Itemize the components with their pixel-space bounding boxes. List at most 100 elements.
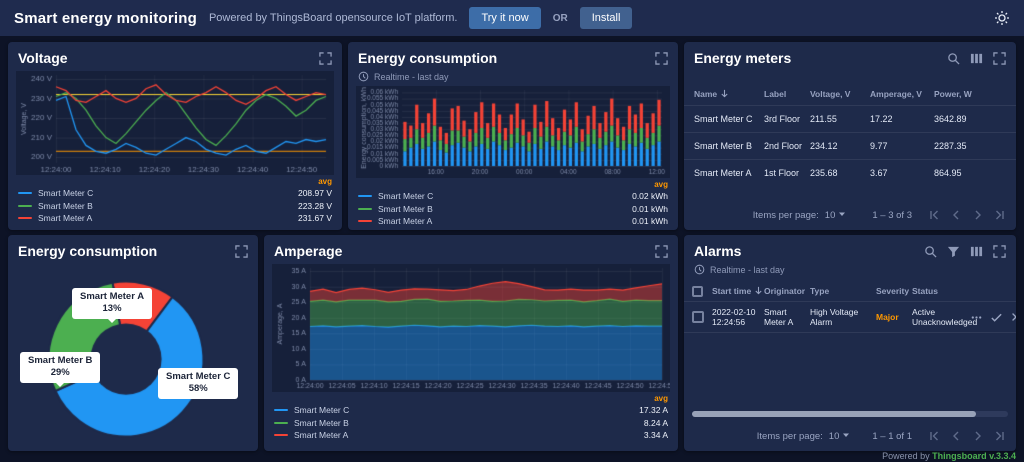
slice-percent: 29% [28,367,92,379]
previous-page-icon[interactable] [950,430,962,442]
series-swatch [358,220,372,222]
avg-label: avg [18,177,332,187]
columns-icon[interactable] [970,245,983,258]
search-icon[interactable] [947,52,960,65]
last-page-icon[interactable] [994,430,1006,442]
legend-item[interactable]: Smart Meter B 0.01 kWh [358,203,668,216]
series-value: 3.34 A [644,430,668,440]
cell-power: 3642.89 [934,114,1006,124]
table-pagination: Items per page: 10 1 – 1 of 1 [684,421,1016,451]
acknowledge-icon[interactable] [990,311,1003,324]
legend-item[interactable]: Smart Meter C 0.02 kWh [358,190,668,203]
pie-title: Energy consumption [18,243,157,259]
clock-icon [358,71,369,82]
next-page-icon[interactable] [972,430,984,442]
alarm-row[interactable]: 2022-02-10 12:24:56 Smart Meter A High V… [684,301,1016,333]
series-name: Smart Meter C [38,188,93,198]
first-page-icon[interactable] [928,430,940,442]
column-header-type[interactable]: Type [810,286,876,296]
more-actions-icon[interactable] [970,311,983,324]
cell-power: 864.95 [934,168,1006,178]
items-per-page-label: Items per page: [757,431,823,442]
fullscreen-icon[interactable] [319,52,332,65]
legend-item[interactable]: Smart Meter C 17.32 A [274,404,668,417]
fullscreen-icon[interactable] [655,52,668,65]
alarms-widget: Alarms Realtime - last day Start time [684,235,1016,451]
theme-toggle-icon[interactable] [994,10,1010,26]
fullscreen-icon[interactable] [235,245,248,258]
table-row[interactable]: Smart Meter C 3rd Floor 211.55 17.22 364… [684,105,1016,132]
legend-item[interactable]: Smart Meter A 3.34 A [274,429,668,442]
install-button[interactable]: Install [580,7,633,29]
column-header-power[interactable]: Power, W [934,89,1006,99]
filter-icon[interactable] [947,245,960,258]
clear-icon[interactable] [1010,311,1016,323]
cell-originator: Smart Meter A [764,307,810,327]
items-per-page-select[interactable]: 10 [825,210,847,221]
select-all-checkbox[interactable] [692,286,703,297]
previous-page-icon[interactable] [950,209,962,221]
series-swatch [358,195,372,197]
alarms-header-row: Start time Originator Type Severity Stat… [684,281,1016,301]
items-per-page-select[interactable]: 10 [829,431,851,442]
cell-name: Smart Meter A [694,168,764,178]
top-bar: Smart energy monitoring Powered by Thing… [0,0,1024,36]
next-page-icon[interactable] [972,209,984,221]
legend-item[interactable]: Smart Meter A 0.01 kWh [358,215,668,228]
cell-start-time: 2022-02-10 12:24:56 [712,307,764,327]
legend-item[interactable]: Smart Meter C 208.97 V [18,187,332,200]
column-header-originator[interactable]: Originator [764,286,810,296]
column-header-amperage[interactable]: Amperage, V [870,89,934,99]
cell-name: Smart Meter C [694,114,764,124]
legend-item[interactable]: Smart Meter A 231.67 V [18,212,332,225]
energy-consumption-bar-widget: Energy consumption Realtime - last day a… [348,42,678,230]
columns-icon[interactable] [970,52,983,65]
energy-meters-title: Energy meters [694,50,791,66]
avg-label: avg [274,394,668,404]
series-name: Smart Meter B [38,201,93,211]
try-it-now-button[interactable]: Try it now [469,7,540,29]
energy-consumption-pie-widget: Energy consumption Smart Meter A 13% Sma… [8,235,258,451]
last-page-icon[interactable] [994,209,1006,221]
scrollbar-thumb[interactable] [692,411,976,417]
fullscreen-icon[interactable] [655,245,668,258]
energy-bar-title: Energy consumption [358,50,497,66]
thingsboard-version-link[interactable]: Thingsboard v.3.3.4 [932,451,1016,461]
column-header-severity[interactable]: Severity [876,286,912,296]
table-row[interactable]: Smart Meter B 2nd Floor 234.12 9.77 2287… [684,132,1016,159]
first-page-icon[interactable] [928,209,940,221]
page-range-label: 1 – 1 of 1 [872,431,912,442]
sort-desc-icon [754,286,763,297]
column-header-label[interactable]: Label [764,89,810,99]
voltage-legend: avg Smart Meter C 208.97 V Smart Meter B… [8,177,342,225]
amperage-title: Amperage [274,243,342,259]
search-icon[interactable] [924,245,937,258]
column-header-start-time[interactable]: Start time [712,286,764,297]
sort-desc-icon [720,89,729,100]
timewindow-label[interactable]: Realtime - last day [710,265,785,275]
fullscreen-icon[interactable] [993,52,1006,65]
voltage-chart [16,71,334,175]
column-header-name[interactable]: Name [694,89,764,100]
page-title: Smart energy monitoring [14,10,197,27]
legend-item[interactable]: Smart Meter B 223.28 V [18,200,332,213]
series-swatch [18,205,32,207]
row-checkbox[interactable] [692,311,704,323]
column-header-voltage[interactable]: Voltage, V [810,89,870,99]
series-name: Smart Meter A [294,430,348,440]
powered-by-label: Powered by Thingsboard v.3.3.4 [882,451,1016,461]
table-row[interactable]: Smart Meter A 1st Floor 235.68 3.67 864.… [684,159,1016,186]
horizontal-scrollbar[interactable] [692,411,1008,417]
cell-label: 1st Floor [764,168,810,178]
amperage-legend: avg Smart Meter C 17.32 A Smart Meter B … [264,394,678,442]
alarms-title: Alarms [694,243,741,259]
series-value: 0.01 kWh [632,216,668,226]
legend-item[interactable]: Smart Meter B 8.24 A [274,417,668,430]
energy-meters-widget: Energy meters Name Label Voltage, V Ampe… [684,42,1016,230]
column-header-status[interactable]: Status [912,286,970,296]
page-subtitle: Powered by ThingsBoard opensource IoT pl… [209,12,457,24]
timewindow-label[interactable]: Realtime - last day [374,72,449,82]
avg-label: avg [358,180,668,190]
fullscreen-icon[interactable] [993,245,1006,258]
slice-name: Smart Meter C [166,371,230,383]
